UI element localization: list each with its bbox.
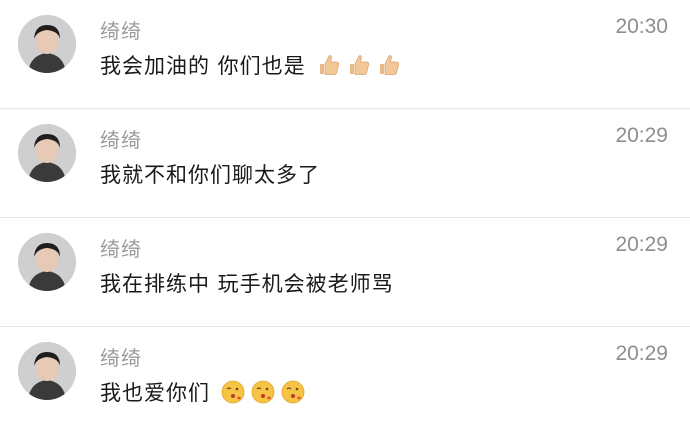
message-body: 我会加油的 你们也是 — [100, 54, 306, 78]
message-item[interactable]: 绮绮 20:29 我也爱你们 — [0, 327, 690, 426]
thumbs-up-icon — [319, 55, 339, 75]
avatar[interactable] — [18, 342, 76, 400]
message-feed: 绮绮 20:30 我会加油的 你们也是 绮绮 20:29 我就不和你们聊太多了 … — [0, 0, 690, 426]
message-text: 我在排练中 玩手机会被老师骂 — [100, 268, 394, 298]
sender-name: 绮绮 — [100, 19, 142, 43]
emoji-group — [216, 379, 306, 405]
message-time: 20:29 — [615, 342, 668, 365]
sender-name: 绮绮 — [100, 237, 142, 261]
avatar[interactable] — [18, 233, 76, 291]
message-time: 20:29 — [615, 233, 668, 256]
avatar[interactable] — [18, 15, 76, 73]
sender-name: 绮绮 — [100, 128, 142, 152]
thumbs-up-icon — [349, 55, 369, 75]
avatar[interactable] — [18, 124, 76, 182]
sender-name: 绮绮 — [100, 346, 142, 370]
message-time: 20:29 — [615, 124, 668, 147]
message-item[interactable]: 绮绮 20:29 我就不和你们聊太多了 — [0, 109, 690, 218]
message-text: 我会加油的 你们也是 — [100, 50, 402, 80]
emoji-group — [312, 52, 402, 78]
message-item[interactable]: 绮绮 20:29 我在排练中 玩手机会被老师骂 — [0, 218, 690, 327]
message-text: 我就不和你们聊太多了 — [100, 159, 320, 189]
message-text: 我也爱你们 — [100, 377, 306, 407]
message-item[interactable]: 绮绮 20:30 我会加油的 你们也是 — [0, 0, 690, 109]
message-body: 我在排练中 玩手机会被老师骂 — [100, 272, 394, 296]
thumbs-up-icon — [379, 55, 399, 75]
blowing-kiss-face-icon — [221, 380, 245, 404]
message-body: 我也爱你们 — [100, 381, 210, 405]
blowing-kiss-face-icon — [281, 380, 305, 404]
blowing-kiss-face-icon — [251, 380, 275, 404]
message-body: 我就不和你们聊太多了 — [100, 163, 320, 187]
message-time: 20:30 — [615, 15, 668, 38]
